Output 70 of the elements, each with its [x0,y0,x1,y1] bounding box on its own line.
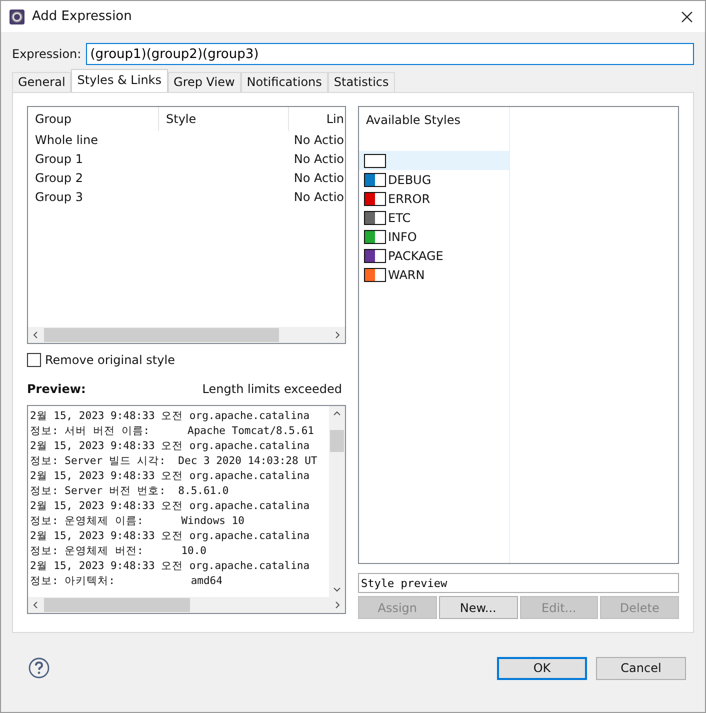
tab[interactable]: General [12,72,72,92]
style-item[interactable] [359,151,509,170]
style-item[interactable]: INFO [359,227,509,246]
table-cell-text: No Actio [292,132,345,149]
style-preview-field[interactable]: Style preview [358,573,679,593]
app-icon [9,8,25,24]
log-line: 정보: 운영체제 버전: 10.0 [30,544,208,559]
scroll-thumb[interactable] [330,430,344,452]
table-cell-text: Group 1 [34,151,84,168]
tab[interactable]: Statistics [328,72,395,92]
checkbox[interactable] [27,353,41,367]
scroll-left-icon[interactable] [32,601,40,609]
expression-label: Expression: [12,47,82,61]
log-line: 정보: 아키텍처: amd64 [30,574,224,589]
style-button[interactable]: New... [438,596,518,619]
tab[interactable]: Styles & Links [71,69,168,92]
table-cell-text: Whole line [34,132,99,149]
style-item[interactable]: ETC [359,208,509,227]
preview-label: Preview: [27,382,86,396]
style-item[interactable]: WARN [359,265,509,284]
column-header[interactable]: Group [28,107,159,131]
scroll-up-icon[interactable] [333,410,341,418]
column-header[interactable]: Available Styles [359,107,509,131]
tab[interactable]: Notifications [240,72,328,92]
dialog-button[interactable]: Cancel [596,656,686,680]
window-title: Add Expression [32,9,133,24]
log-line: 2월 15, 2023 9:48:33 오전 org.apache.catalina [30,409,311,424]
style-item[interactable]: PACKAGE [359,246,509,265]
scroll-right-icon[interactable] [333,331,341,339]
color-swatch [364,210,386,224]
scroll-right-icon[interactable] [333,601,341,609]
horizontal-scrollbar[interactable] [28,327,345,343]
preview-text-area[interactable] [27,405,346,614]
color-swatch [364,248,386,262]
color-swatch [364,268,386,282]
help-icon[interactable] [28,657,50,679]
scroll-thumb[interactable] [44,328,279,342]
scroll-left-icon[interactable] [32,331,40,339]
log-line: 2월 15, 2023 9:48:33 오전 org.apache.catalina [30,529,311,544]
log-line: 정보: 운영체제 이름: Windows 10 [30,514,246,529]
horizontal-scrollbar[interactable] [28,597,345,613]
style-item[interactable]: DEBUG [359,170,509,189]
column-header[interactable]: Lin [289,107,345,131]
table-cell-text: No Actio [292,151,345,168]
log-line: 정보: Server 버전 번호: 8.5.61.0 [30,484,230,499]
vertical-scrollbar[interactable] [329,406,345,597]
color-swatch [364,192,386,206]
close-icon[interactable] [681,10,693,22]
table-cell-text: Group 3 [34,189,84,206]
dialog-button[interactable]: OK [497,656,587,680]
log-line: 2월 15, 2023 9:48:33 오전 org.apache.catalina [30,499,311,514]
log-line: 2월 15, 2023 9:48:33 오전 org.apache.catalina [30,469,311,484]
scroll-thumb[interactable] [44,598,190,612]
color-swatch [364,230,386,244]
table-cell-text: No Actio [292,170,345,187]
log-line: 2월 15, 2023 9:48:33 오전 org.apache.catalina [30,439,311,454]
log-line: 정보: Server 빌드 시각: Dec 3 2020 14:03:28 UT [30,454,318,469]
color-swatch [364,154,386,168]
expression-field[interactable]: (group1)(group2)(group3) [86,43,694,65]
table-cell-text: No Actio [292,189,345,206]
log-line: 2월 15, 2023 9:48:33 오전 org.apache.catalina [30,559,311,574]
style-item[interactable]: ERROR [359,189,509,208]
preview-status: Length limits exceeded [202,382,342,396]
checkbox-label[interactable]: Remove original style [45,353,175,367]
color-swatch [364,172,386,186]
tab[interactable]: Grep View [168,72,241,92]
scroll-down-icon[interactable] [333,585,341,593]
table-cell-text: Group 2 [34,170,84,187]
column-header[interactable]: Style [159,107,289,131]
log-line: 정보: 서버 버전 이름: Apache Tomcat/8.5.61 [30,424,315,439]
